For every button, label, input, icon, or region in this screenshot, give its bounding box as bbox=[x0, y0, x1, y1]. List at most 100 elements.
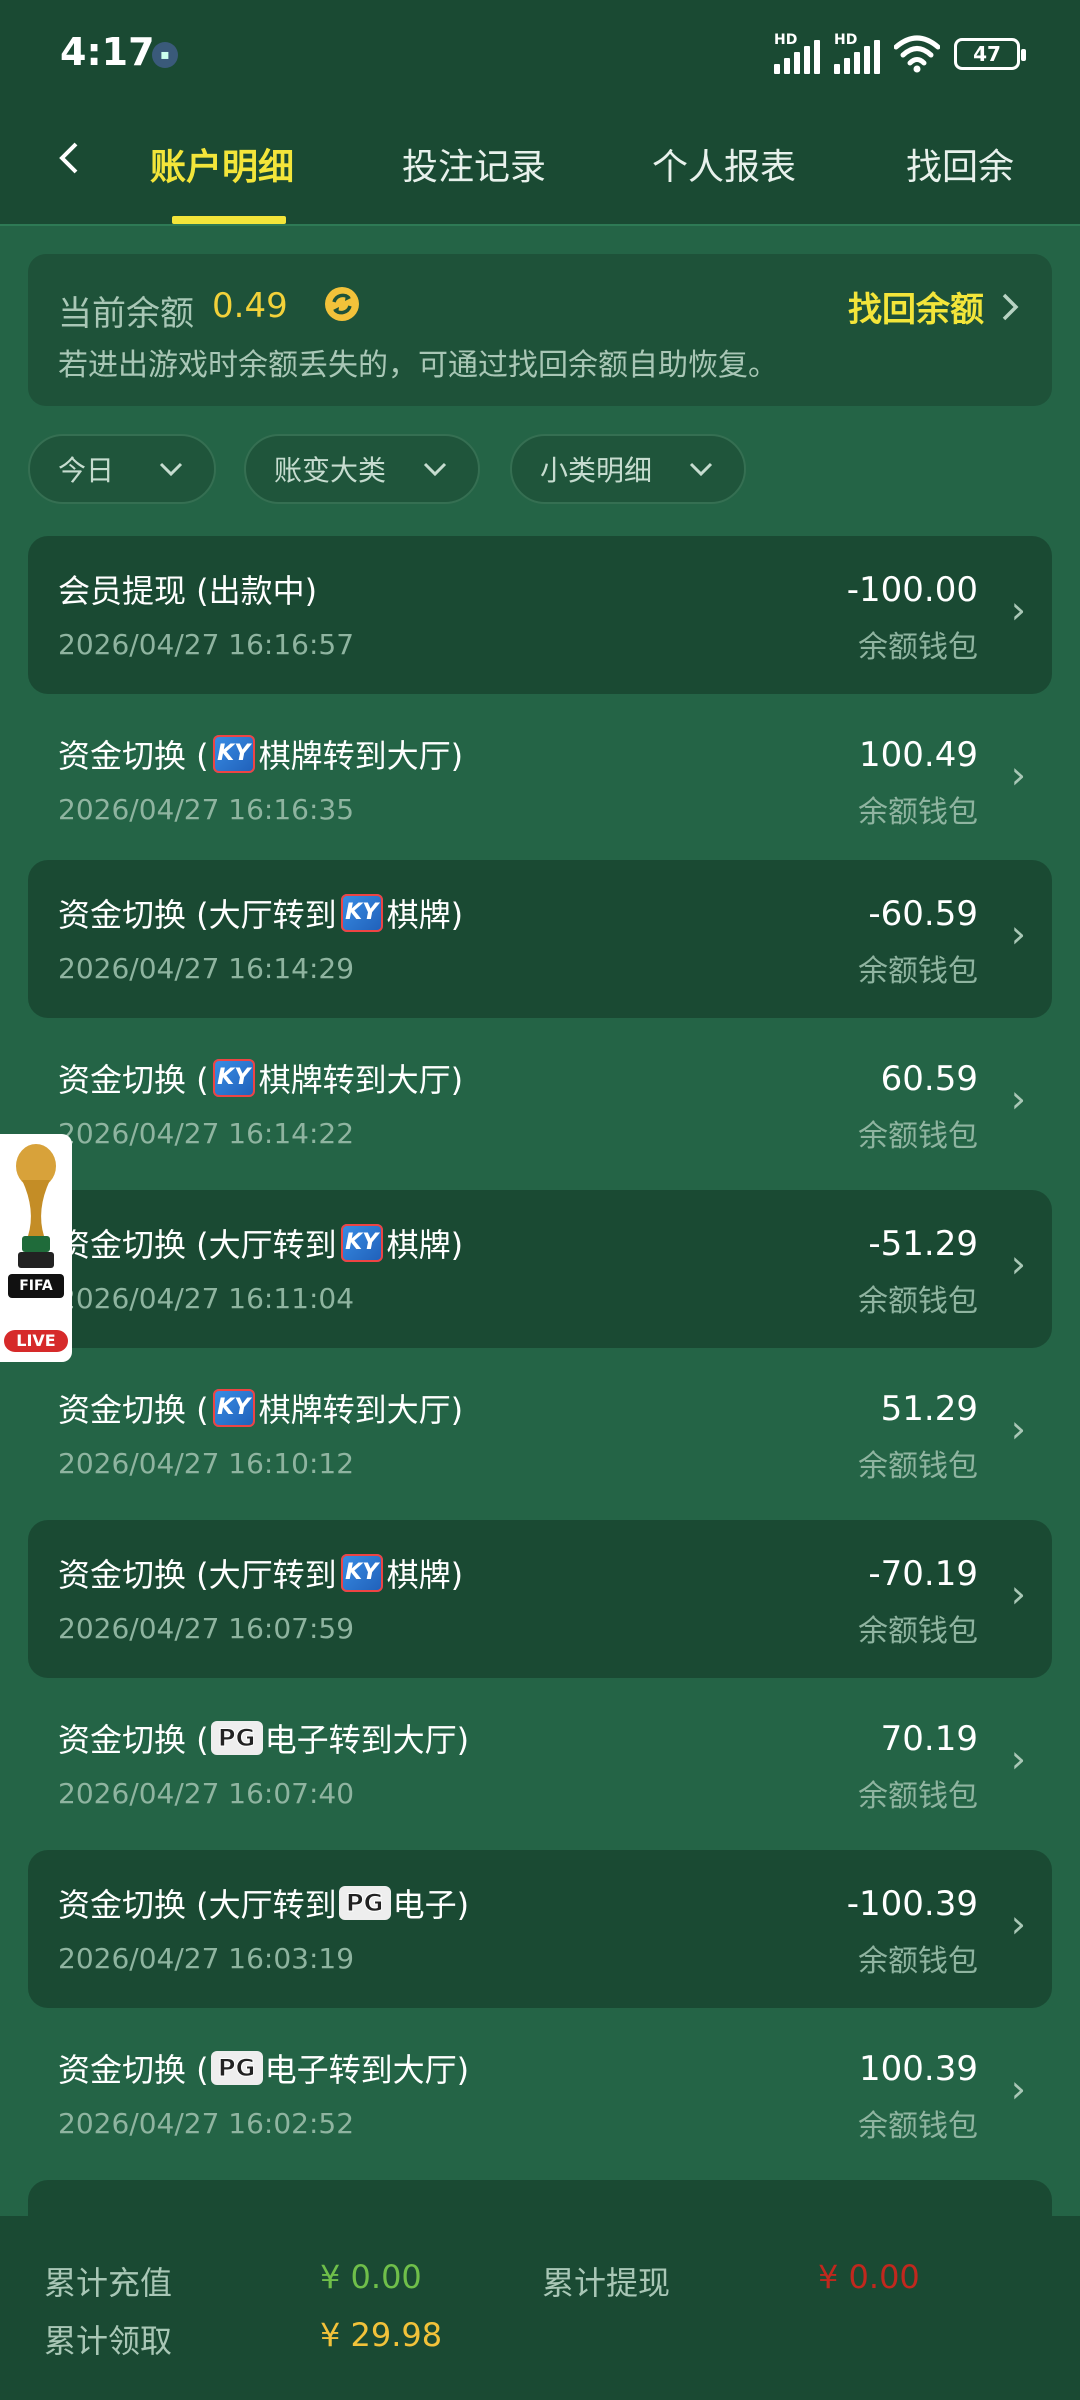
ky-chess-icon: KY bbox=[340, 1224, 383, 1262]
filter-date[interactable]: 今日 bbox=[28, 434, 216, 504]
total-recharge-value: ¥ 0.00 bbox=[320, 2258, 422, 2296]
tab-personal-report[interactable]: 个人报表 bbox=[652, 138, 796, 190]
transaction-title: 资金切换 (大厅转到 KY 棋牌) bbox=[58, 1224, 464, 1264]
transaction-time: 2026/04/27 16:16:57 bbox=[58, 628, 355, 661]
chevron-down-icon bbox=[423, 462, 447, 477]
transaction-amount: -100.39 bbox=[846, 1884, 978, 1924]
wifi-icon bbox=[894, 35, 940, 73]
transaction-row[interactable]: 资金切换 (KY 棋牌转到大厅) 2026/04/27 16:16:35 100.… bbox=[28, 701, 1052, 859]
transaction-time: 2026/04/27 16:16:35 bbox=[58, 793, 355, 826]
total-withdraw-label: 累计提现 bbox=[542, 2264, 671, 2302]
chevron-right-icon: › bbox=[1010, 912, 1026, 956]
transaction-row[interactable]: 资金切换 (大厅转到 PG 电子) 2026/04/27 16:03:19 -100… bbox=[28, 1850, 1052, 2008]
notification-app-icon: ▪ bbox=[152, 42, 178, 68]
chevron-right-icon: › bbox=[1010, 1572, 1026, 1616]
chevron-right-icon: › bbox=[1010, 588, 1026, 632]
chevron-right-icon bbox=[1002, 293, 1019, 320]
recover-balance-label: 找回余额 bbox=[848, 290, 984, 330]
balance-label: 当前余额 bbox=[58, 294, 194, 334]
transaction-wallet: 余额钱包 bbox=[858, 795, 978, 830]
transaction-row[interactable]: 资金切换 (KY 棋牌转到大厅) 2026/04/27 16:14:22 60.5… bbox=[28, 1025, 1052, 1183]
filter-category[interactable]: 账变大类 bbox=[244, 434, 480, 504]
transaction-wallet: 余额钱包 bbox=[858, 1614, 978, 1649]
ky-chess-icon: KY bbox=[340, 894, 383, 932]
transaction-amount: -60.59 bbox=[868, 894, 978, 934]
transaction-wallet: 余额钱包 bbox=[858, 1944, 978, 1979]
transaction-time: 2026/04/27 16:07:40 bbox=[58, 1777, 355, 1810]
refresh-icon[interactable] bbox=[322, 284, 362, 324]
transaction-wallet: 余额钱包 bbox=[858, 1119, 978, 1154]
transaction-amount: 51.29 bbox=[880, 1389, 978, 1429]
transaction-amount: 100.39 bbox=[859, 2049, 978, 2089]
transaction-title: 资金切换 (PG 电子转到大厅) bbox=[58, 2051, 470, 2089]
transaction-time: 2026/04/27 16:11:04 bbox=[58, 1282, 355, 1315]
transaction-title: 资金切换 (大厅转到 KY 棋牌) bbox=[58, 1554, 464, 1594]
header: 4:17 ▪ HD HD 47 账户明细 投注记录 个人报表 找回余 bbox=[0, 0, 1080, 226]
status-bar: 4:17 ▪ HD HD 47 bbox=[0, 0, 1080, 110]
pg-electronic-icon: PG bbox=[210, 2051, 263, 2085]
chevron-right-icon: › bbox=[1010, 1407, 1026, 1451]
transaction-title: 资金切换 (KY 棋牌转到大厅) bbox=[58, 1389, 464, 1429]
transaction-row[interactable]: 资金切换 (KY 棋牌转到大厅) 2026/04/27 16:10:12 51.2… bbox=[28, 1355, 1052, 1513]
ky-chess-icon: KY bbox=[212, 735, 255, 773]
transaction-amount: -70.19 bbox=[868, 1554, 978, 1594]
active-tab-indicator bbox=[172, 216, 286, 224]
battery-icon: 47 bbox=[954, 38, 1026, 70]
chevron-right-icon: › bbox=[1010, 753, 1026, 797]
chevron-right-icon: › bbox=[1010, 1242, 1026, 1286]
status-indicators: HD HD 47 bbox=[774, 32, 1026, 76]
chevron-right-icon: › bbox=[1010, 1077, 1026, 1121]
transaction-time: 2026/04/27 16:02:52 bbox=[58, 2107, 355, 2140]
filter-subcategory-label: 小类明细 bbox=[540, 454, 653, 487]
transaction-row[interactable]: 资金切换 (大厅转到 KY 棋牌) 2026/04/27 16:11:04 -51.… bbox=[28, 1190, 1052, 1348]
nav-tabs: 账户明细 投注记录 个人报表 找回余 bbox=[0, 120, 1080, 226]
world-cup-trophy-icon bbox=[16, 1144, 56, 1268]
recover-balance-link[interactable]: 找回余额 bbox=[848, 282, 1022, 331]
total-withdraw-value: ¥ 0.00 bbox=[818, 2258, 920, 2296]
pg-electronic-icon: PG bbox=[210, 1721, 263, 1755]
filter-date-label: 今日 bbox=[58, 454, 115, 487]
tab-recover-balance[interactable]: 找回余 bbox=[906, 138, 1014, 190]
cell-signal-icon: HD bbox=[774, 32, 820, 74]
transaction-wallet: 余额钱包 bbox=[858, 2109, 978, 2144]
transaction-amount: -51.29 bbox=[868, 1224, 978, 1264]
balance-card: 当前余额 0.49 找回余额 若进出游戏时余额丢失的，可通过找回余额自助恢复。 bbox=[28, 254, 1052, 406]
transaction-amount: 70.19 bbox=[880, 1719, 978, 1759]
balance-hint: 若进出游戏时余额丢失的，可通过找回余额自助恢复。 bbox=[58, 348, 778, 383]
transaction-title: 资金切换 (大厅转到 KY 棋牌) bbox=[58, 894, 464, 934]
transaction-row[interactable]: 会员提现 (出款中) 2026/04/27 16:16:57 -100.00 余… bbox=[28, 536, 1052, 694]
transaction-wallet: 余额钱包 bbox=[858, 954, 978, 989]
transaction-row[interactable]: 资金切换 (PG 电子转到大厅) 2026/04/27 16:02:52 100.… bbox=[28, 2015, 1052, 2173]
transaction-time: 2026/04/27 16:03:19 bbox=[58, 1942, 355, 1975]
status-time: 4:17 bbox=[60, 30, 155, 74]
chevron-left-icon bbox=[59, 142, 78, 174]
tab-account-details[interactable]: 账户明细 bbox=[150, 138, 294, 190]
cell-signal-icon: HD bbox=[834, 32, 880, 74]
ky-chess-icon: KY bbox=[212, 1389, 255, 1427]
total-claim-label: 累计领取 bbox=[44, 2322, 173, 2360]
transaction-title: 资金切换 (大厅转到 PG 电子) bbox=[58, 1886, 470, 1924]
chevron-right-icon: › bbox=[1010, 2067, 1026, 2111]
transaction-title: 资金切换 (PG 电子转到大厅) bbox=[58, 1721, 470, 1759]
back-button[interactable] bbox=[54, 138, 94, 178]
tab-bet-records[interactable]: 投注记录 bbox=[402, 138, 546, 190]
filter-category-label: 账变大类 bbox=[274, 454, 387, 487]
pg-electronic-icon: PG bbox=[338, 1886, 391, 1920]
transaction-title: 会员提现 (出款中) bbox=[58, 572, 318, 610]
transaction-title: 资金切换 (KY 棋牌转到大厅) bbox=[58, 735, 464, 775]
transaction-time: 2026/04/27 16:14:29 bbox=[58, 952, 355, 985]
chevron-down-icon bbox=[689, 462, 713, 477]
transaction-amount: -100.00 bbox=[846, 570, 978, 610]
chevron-down-icon bbox=[159, 462, 183, 477]
fifa-live-float-button[interactable]: FIFA LIVE bbox=[0, 1134, 72, 1362]
chevron-right-icon: › bbox=[1010, 1902, 1026, 1946]
transaction-row[interactable]: 资金切换 (PG 电子转到大厅) 2026/04/27 16:07:40 70.1… bbox=[28, 1685, 1052, 1843]
fifa-label: FIFA bbox=[8, 1274, 64, 1298]
transaction-time: 2026/04/27 16:07:59 bbox=[58, 1612, 355, 1645]
transaction-row[interactable]: 资金切换 (大厅转到 KY 棋牌) 2026/04/27 16:14:29 -60.… bbox=[28, 860, 1052, 1018]
filter-subcategory[interactable]: 小类明细 bbox=[510, 434, 746, 504]
transaction-wallet: 余额钱包 bbox=[858, 630, 978, 665]
balance-value: 0.49 bbox=[212, 286, 288, 326]
transaction-row[interactable]: 资金切换 (大厅转到 KY 棋牌) 2026/04/27 16:07:59 -70.… bbox=[28, 1520, 1052, 1678]
transaction-time: 2026/04/27 16:10:12 bbox=[58, 1447, 355, 1480]
